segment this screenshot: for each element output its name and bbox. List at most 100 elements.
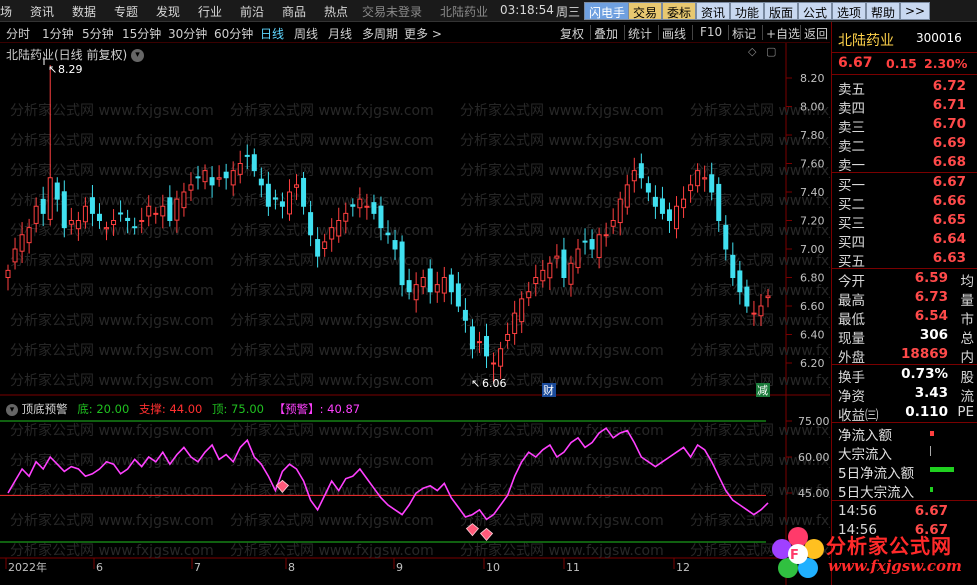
watermark-text: 分析家公式网 www.fxjgsw.com: [10, 102, 214, 119]
add-watchlist-button[interactable]: +自选: [766, 25, 800, 42]
menu-item-market[interactable]: 场: [0, 3, 12, 20]
tab-divider: [658, 25, 659, 40]
tab-5min[interactable]: 5分钟: [82, 25, 114, 42]
indicator-menu-icon[interactable]: ▾: [6, 403, 18, 416]
candle-body: [258, 178, 264, 186]
bid-row[interactable]: 买二 6.66: [832, 192, 977, 213]
candle-body: [195, 176, 201, 179]
svg-text:F: F: [790, 548, 799, 563]
bid-row[interactable]: 买四 6.64: [832, 230, 977, 251]
order-button[interactable]: 委标: [662, 2, 697, 20]
tab-30min[interactable]: 30分钟: [168, 25, 207, 42]
stat-row: 收益㈢ 0.110 PE: [832, 403, 977, 424]
draw-button[interactable]: 画线: [662, 25, 686, 42]
x-axis-label: 2022年: [8, 560, 47, 574]
candle-body: [68, 220, 74, 225]
menu-item-topic[interactable]: 专题: [114, 3, 138, 20]
candle-body: [441, 277, 447, 294]
stat-label: 净资: [838, 389, 865, 405]
menu-item-data[interactable]: 数据: [72, 3, 96, 20]
mark-button[interactable]: 标记: [732, 25, 756, 42]
help-button[interactable]: 帮助: [866, 2, 901, 20]
watermark-text: 分析家公式网 www.fxjgsw.com: [230, 162, 434, 179]
chart-title[interactable]: 北陆药业(日线 前复权) ▾: [6, 46, 145, 63]
stat-label: 今开: [838, 274, 865, 290]
ask-row[interactable]: 卖一 6.68: [832, 153, 977, 174]
more-button[interactable]: >>: [900, 2, 931, 20]
ask-price: 6.72: [932, 78, 966, 94]
ask-row[interactable]: 卖五 6.72: [832, 77, 977, 98]
menu-item-commodity[interactable]: 商品: [282, 3, 306, 20]
tab-1min[interactable]: 1分钟: [42, 25, 74, 42]
back-button[interactable]: 返回: [804, 25, 828, 42]
net-inflow-label[interactable]: 净流入额: [838, 424, 892, 444]
price-change: 0.15: [886, 56, 917, 71]
stat-suffix: 流: [960, 389, 975, 405]
f10-button[interactable]: F10: [700, 25, 722, 39]
block-inflow-label[interactable]: 大宗流入: [838, 443, 892, 463]
candle-body: [533, 277, 539, 284]
menu-item-frontier[interactable]: 前沿: [240, 3, 264, 20]
tab-intraday[interactable]: 分时: [6, 25, 30, 42]
candle-body: [730, 254, 736, 278]
candle-body: [40, 198, 46, 214]
diamond-icon[interactable]: ◇: [748, 45, 757, 58]
site-logo: F 分析家公式网 www.fxjgsw.com: [768, 524, 974, 582]
stat-value: 0.110: [905, 404, 948, 420]
tab-60min[interactable]: 60分钟: [214, 25, 253, 42]
block-inflow-5d-label[interactable]: 5日大宗流入: [838, 481, 914, 501]
adjust-button[interactable]: 复权: [560, 25, 584, 42]
tab-15min[interactable]: 15分钟: [122, 25, 161, 42]
candle-body: [132, 226, 138, 229]
function-button[interactable]: 功能: [730, 2, 765, 20]
stat-suffix: PE: [957, 404, 974, 420]
candle-body: [575, 248, 581, 269]
bid-row[interactable]: 买三 6.65: [832, 211, 977, 232]
bid-row[interactable]: 买五 6.63: [832, 249, 977, 270]
overlay-button[interactable]: 叠加: [594, 25, 618, 42]
tab-more[interactable]: 更多 >: [404, 25, 442, 42]
indicator-tick-label: 75.00: [798, 415, 830, 428]
ask-row[interactable]: 卖二 6.69: [832, 134, 977, 155]
indicator-title[interactable]: ▾ 顶底预警 底: 20.00 支撑: 44.00 顶: 75.00 【预警】:…: [6, 401, 360, 417]
x-axis-label: 7: [194, 561, 201, 574]
options-button[interactable]: 选项: [832, 2, 867, 20]
kline-chart[interactable]: 分析家公式网 www.fxjgsw.com 分析家公式网 www.fxjgsw.c…: [0, 43, 830, 585]
candle-body: [251, 154, 257, 172]
tab-monthly[interactable]: 月线: [328, 25, 352, 42]
bid-row[interactable]: 买一 6.67: [832, 173, 977, 194]
ask-row[interactable]: 卖四 6.71: [832, 96, 977, 117]
watermark-text: 分析家公式网 www.fxjgsw.com: [10, 312, 214, 329]
menu-item-industry[interactable]: 行业: [198, 3, 222, 20]
window-icon[interactable]: ▢: [766, 45, 776, 58]
candle-body: [181, 191, 187, 209]
trade-status[interactable]: 交易未登录: [362, 3, 422, 20]
info-button[interactable]: 资讯: [696, 2, 731, 20]
weekday: 周三: [556, 5, 581, 19]
block-inflow-5d-bar: [930, 487, 933, 492]
tab-weekly[interactable]: 周线: [294, 25, 318, 42]
trade-button[interactable]: 交易: [628, 2, 663, 20]
stats-button[interactable]: 统计: [628, 25, 652, 42]
ask-row[interactable]: 卖三 6.70: [832, 115, 977, 136]
menu-item-hot[interactable]: 热点: [324, 3, 348, 20]
menu-item-discover[interactable]: 发现: [156, 3, 180, 20]
chevron-down-icon[interactable]: ▾: [131, 49, 145, 62]
formula-button[interactable]: 公式: [798, 2, 833, 20]
chart-canvas[interactable]: 分析家公式网 www.fxjgsw.com 分析家公式网 www.fxjgsw.c…: [0, 43, 830, 585]
y-tick-label: 6.40: [800, 329, 825, 342]
tab-daily[interactable]: 日线: [260, 25, 284, 42]
layout-button[interactable]: 版面: [764, 2, 799, 20]
low-arrow-icon: ↖: [471, 377, 480, 390]
tab-multi-period[interactable]: 多周期: [362, 25, 398, 42]
candle-body: [26, 227, 32, 244]
y-tick-label: 7.60: [800, 158, 825, 171]
lightning-button[interactable]: 闪电手: [584, 2, 631, 20]
net-inflow-5d-label[interactable]: 5日净流入额: [838, 462, 914, 482]
alert-value-label: 【预警】: 40.87: [273, 402, 361, 416]
watermark-text: 分析家公式网 www.fxjgsw.com: [230, 192, 434, 209]
panel-divider: [832, 500, 977, 501]
menu-item-news[interactable]: 资讯: [30, 3, 54, 20]
clock: 03:18:54: [500, 3, 554, 17]
net-inflow-5d-bar: [930, 467, 954, 472]
